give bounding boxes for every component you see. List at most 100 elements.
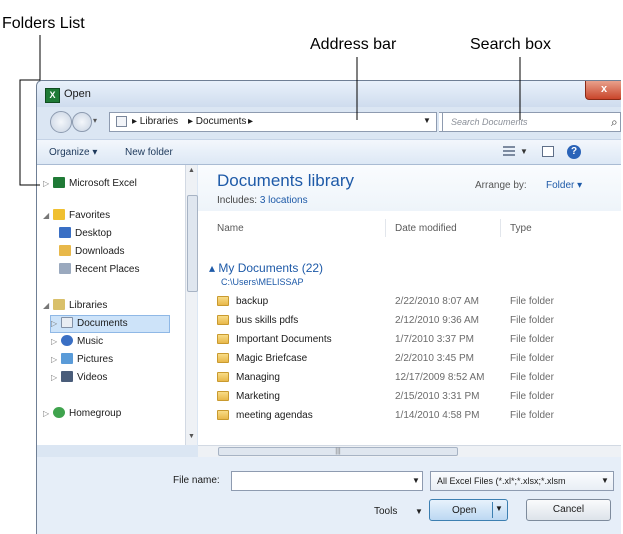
- type-cell: File folder: [510, 334, 554, 345]
- folder-icon: [217, 334, 229, 344]
- column-divider[interactable]: [500, 219, 501, 237]
- horizontal-scroll-thumb[interactable]: |||: [218, 447, 458, 456]
- nav-item-downloads[interactable]: Downloads: [59, 245, 124, 261]
- excel-icon: [53, 177, 65, 188]
- column-header-name[interactable]: Name: [217, 223, 244, 234]
- address-bar[interactable]: ▸ Libraries ▸ Documents ▸ ▼: [109, 112, 437, 132]
- table-row[interactable]: Managing 12/17/2009 8:52 AM File folder: [198, 369, 621, 388]
- nav-item-homegroup[interactable]: ▷ Homegroup: [43, 407, 121, 423]
- folders-list: ▷ Microsoft Excel ◢ Favorites Desktop Down…: [37, 165, 185, 445]
- scroll-down-icon[interactable]: ▼: [188, 433, 195, 440]
- nav-item-videos[interactable]: ▷ Videos: [51, 371, 107, 387]
- date-modified-cell: 2/22/2010 8:07 AM: [395, 296, 479, 307]
- nav-item-libraries[interactable]: ◢ Libraries: [43, 299, 107, 315]
- address-segment-libraries[interactable]: ▸ Libraries: [132, 116, 178, 127]
- file-name-cell: Important Documents: [236, 334, 332, 345]
- table-row[interactable]: Magic Briefcase 2/2/2010 3:45 PM File fold…: [198, 350, 621, 369]
- file-name-cell: Marketing: [236, 391, 280, 402]
- search-input[interactable]: Search Documents: [451, 117, 528, 127]
- desktop-icon: [59, 227, 71, 238]
- scroll-up-icon[interactable]: ▲: [188, 167, 195, 174]
- date-modified-cell: 2/2/2010 3:45 PM: [395, 353, 474, 364]
- open-button[interactable]: Open ▼: [429, 499, 508, 521]
- type-cell: File folder: [510, 372, 554, 383]
- file-name-field[interactable]: ▼: [231, 471, 423, 491]
- address-segment-documents[interactable]: ▸ Documents: [188, 116, 246, 127]
- table-row[interactable]: meeting agendas 1/14/2010 4:58 PM File fol…: [198, 407, 621, 426]
- group-header[interactable]: ▴ My Documents (22): [209, 261, 323, 275]
- address-bar-callout: Address bar: [310, 36, 397, 53]
- nav-scroll-thumb[interactable]: [187, 195, 198, 292]
- folder-icon: [217, 315, 229, 325]
- organize-button[interactable]: Organize ▾: [49, 147, 97, 158]
- nav-item-recent-places[interactable]: Recent Places: [59, 263, 139, 279]
- file-name-label: File name:: [173, 475, 220, 486]
- address-dropdown-icon[interactable]: ▼: [423, 116, 431, 125]
- homegroup-icon: [53, 407, 65, 418]
- library-icon: [116, 116, 127, 127]
- open-button-label: Open: [452, 505, 477, 516]
- recent-pages-chevron-icon[interactable]: ▾: [93, 116, 97, 125]
- open-dialog: X Open x ▾ ▸ Libraries ▸ Documents ▸ ▼ ⟳…: [36, 80, 621, 534]
- file-name-cell: Managing: [236, 372, 280, 383]
- nav-item-microsoft-excel[interactable]: ▷ Microsoft Excel: [43, 177, 137, 193]
- title-bar[interactable]: X Open x: [37, 81, 621, 107]
- folder-icon: [217, 410, 229, 420]
- navigation-row: ▾ ▸ Libraries ▸ Documents ▸ ▼ ⟳ Search D…: [37, 107, 621, 137]
- type-cell: File folder: [510, 391, 554, 402]
- window-title: Open: [64, 88, 91, 100]
- table-row[interactable]: bus skills pdfs 2/12/2010 9:36 AM File fol…: [198, 312, 621, 331]
- type-cell: File folder: [510, 410, 554, 421]
- nav-item-desktop[interactable]: Desktop: [59, 227, 112, 243]
- table-row[interactable]: Marketing 2/15/2010 3:31 PM File folder: [198, 388, 621, 407]
- folder-icon: [217, 296, 229, 306]
- forward-button[interactable]: [72, 112, 92, 132]
- tools-button[interactable]: Tools: [374, 506, 397, 517]
- nav-item-favorites[interactable]: ◢ Favorites: [43, 209, 110, 225]
- file-name-cell: Magic Briefcase: [236, 353, 308, 364]
- date-modified-cell: 12/17/2009 8:52 AM: [395, 372, 485, 383]
- file-name-dropdown-icon[interactable]: ▼: [412, 476, 420, 485]
- horizontal-scrollbar[interactable]: |||: [198, 445, 621, 457]
- cancel-button[interactable]: Cancel: [526, 499, 611, 521]
- file-type-dropdown-icon[interactable]: ▼: [601, 476, 609, 485]
- folder-icon: [217, 391, 229, 401]
- close-button[interactable]: x: [585, 81, 621, 100]
- column-header-type[interactable]: Type: [510, 223, 532, 234]
- arrange-by-dropdown[interactable]: Folder ▾: [546, 180, 582, 191]
- search-box[interactable]: Search Documents ⌕: [442, 112, 621, 132]
- nav-item-music[interactable]: ▷ Music: [51, 335, 103, 351]
- column-divider[interactable]: [385, 219, 386, 237]
- locations-link[interactable]: 3 locations: [260, 195, 308, 206]
- search-icon[interactable]: ⌕: [611, 115, 618, 130]
- star-icon: [53, 209, 65, 220]
- file-name-cell: bus skills pdfs: [236, 315, 299, 326]
- address-segment-chevron[interactable]: ▸: [248, 116, 253, 127]
- file-name-cell: backup: [236, 296, 269, 307]
- dialog-footer: File name: ▼ All Excel Files (*.xl*;*.xl…: [37, 457, 621, 534]
- preview-pane-icon[interactable]: [542, 146, 554, 157]
- table-row[interactable]: Important Documents 1/7/2010 3:37 PM File …: [198, 331, 621, 350]
- folders-list-callout: Folders List: [2, 15, 85, 32]
- file-type-select[interactable]: All Excel Files (*.xl*;*.xlsx;*.xlsm ▼: [430, 471, 614, 491]
- open-dropdown-icon[interactable]: ▼: [495, 504, 503, 513]
- search-box-callout: Search box: [470, 36, 551, 53]
- table-row[interactable]: backup 2/22/2010 8:07 AM File folder: [198, 293, 621, 312]
- tools-dropdown-icon[interactable]: ▼: [415, 507, 423, 516]
- views-dropdown-icon[interactable]: ▼: [520, 147, 528, 156]
- help-icon[interactable]: ?: [567, 145, 581, 159]
- date-modified-cell: 1/7/2010 3:37 PM: [395, 334, 474, 345]
- nav-item-documents[interactable]: ▷ Documents: [50, 315, 170, 333]
- music-icon: [61, 335, 73, 346]
- column-header-date[interactable]: Date modified: [395, 223, 457, 234]
- library-title: Documents library: [217, 171, 354, 190]
- type-cell: File folder: [510, 315, 554, 326]
- new-folder-button[interactable]: New folder: [125, 147, 173, 158]
- recent-places-icon: [59, 263, 71, 274]
- file-type-value: All Excel Files (*.xl*;*.xlsx;*.xlsm: [437, 476, 566, 486]
- views-icon[interactable]: [503, 146, 515, 157]
- nav-scrollbar[interactable]: ▲ ▼: [185, 165, 198, 445]
- date-modified-cell: 2/12/2010 9:36 AM: [395, 315, 479, 326]
- nav-item-pictures[interactable]: ▷ Pictures: [51, 353, 113, 369]
- back-button[interactable]: [50, 111, 72, 133]
